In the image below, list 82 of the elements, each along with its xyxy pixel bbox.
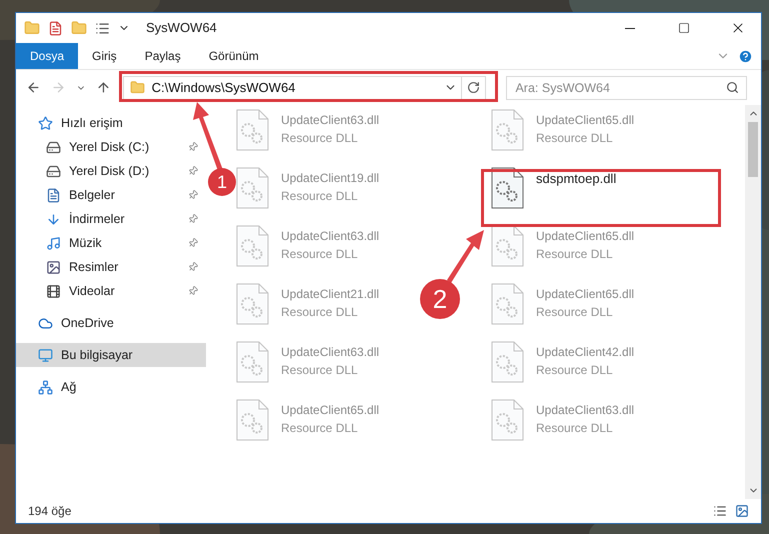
file-type: Resource DLL: [281, 130, 359, 147]
sidebar-label: İndirmeler: [69, 210, 126, 228]
details-view-icon[interactable]: [713, 504, 727, 518]
sidebar-item[interactable]: Müzik: [16, 231, 206, 255]
up-icon[interactable]: [96, 80, 111, 95]
sidebar-label: Hızlı erişim: [61, 114, 124, 132]
gear-file-icon: [235, 167, 269, 209]
scrollbar-thumb[interactable]: [748, 122, 758, 177]
search-field[interactable]: Ara: SysWOW64: [506, 76, 747, 100]
file-type: Resource DLL: [281, 188, 359, 205]
sidebar-item[interactable]: Bu bilgisayar: [16, 343, 206, 367]
ribbon-tab[interactable]: Paylaş: [130, 43, 195, 69]
gear-file-icon: [490, 109, 524, 151]
folder-icon[interactable]: [24, 20, 40, 36]
ribbon-tab[interactable]: Dosya: [16, 43, 78, 69]
sidebar-item[interactable]: Resimler: [16, 255, 206, 279]
music-note-icon: [46, 236, 61, 250]
address-field[interactable]: C:\Windows\SysWOW64: [122, 76, 486, 100]
gear-file-icon: [235, 225, 269, 267]
gear-file-icon: [490, 341, 524, 383]
document-icon: [46, 188, 61, 202]
window-title: SysWOW64: [146, 19, 217, 38]
folder-icon: [130, 80, 145, 95]
sidebar-item[interactable]: OneDrive: [16, 311, 206, 335]
view-list-icon[interactable]: [95, 20, 110, 36]
file-type: Resource DLL: [536, 362, 614, 379]
drive-icon: [46, 164, 61, 178]
gear-file-icon: [235, 283, 269, 325]
maximize-icon: [678, 22, 690, 34]
cloud-icon: [38, 316, 53, 330]
ribbon-tab[interactable]: Giriş: [78, 43, 131, 69]
large-icons-view-icon[interactable]: [735, 504, 749, 518]
sidebar-item[interactable]: İndirmeler: [16, 207, 206, 231]
sidebar-label: Ağ: [61, 378, 78, 396]
gear-file-icon: [490, 283, 524, 325]
file-name[interactable]: sdspmtoep.dll: [536, 169, 616, 188]
sidebar-label: OneDrive: [61, 314, 115, 332]
gear-file-icon: [235, 341, 269, 383]
sidebar-item[interactable]: Yerel Disk (D:): [16, 159, 206, 183]
help-icon[interactable]: [738, 48, 753, 64]
search-icon: [726, 80, 739, 94]
sidebar-item[interactable]: Ağ: [16, 375, 206, 399]
film-icon: [46, 284, 61, 298]
sidebar-item[interactable]: Videolar: [16, 279, 206, 303]
sidebar-label: Müzik: [69, 234, 103, 252]
gear-file-icon: [490, 167, 524, 209]
file-type: Resource DLL: [281, 304, 359, 321]
gear-file-icon: [235, 399, 269, 441]
sidebar-item[interactable]: Belgeler: [16, 183, 206, 207]
download-arrow-icon: [46, 212, 61, 226]
sidebar-label: Yerel Disk (D:): [69, 162, 150, 180]
ribbon-tab[interactable]: Görünüm: [194, 43, 273, 69]
file-type: Resource DLL: [536, 420, 614, 437]
sidebar-label: Videolar: [69, 282, 116, 300]
properties-icon[interactable]: [48, 20, 63, 36]
file-type: Resource DLL: [281, 362, 359, 379]
file-type: Resource DLL: [281, 246, 359, 263]
back-icon[interactable]: [26, 80, 41, 95]
folder-icon[interactable]: [71, 20, 87, 36]
file-type: Resource DLL: [536, 304, 614, 321]
file-type: Resource DLL: [536, 246, 614, 263]
sidebar-label: Belgeler: [69, 186, 116, 204]
gear-file-icon: [490, 225, 524, 267]
monitor-icon: [38, 348, 53, 362]
gear-file-icon: [490, 399, 524, 441]
scrollbar[interactable]: [745, 105, 761, 499]
item-count: 194 öğe: [28, 503, 72, 520]
image-icon: [46, 260, 61, 274]
gear-file-icon: [235, 109, 269, 151]
file-type: Resource DLL: [281, 420, 359, 437]
drive-icon: [46, 140, 61, 154]
refresh-icon[interactable]: [467, 81, 480, 94]
sidebar-label: Bu bilgisayar: [61, 346, 134, 364]
sidebar-item[interactable]: Hızlı erişim: [16, 111, 206, 135]
annotation-arrow: [447, 230, 484, 283]
file-type: Resource DLL: [536, 130, 614, 147]
sidebar-label: Resimler: [69, 258, 120, 276]
star-icon: [38, 116, 53, 130]
network-icon: [38, 380, 53, 394]
sidebar-item[interactable]: Yerel Disk (C:): [16, 135, 206, 159]
annotation-arrow: [193, 102, 223, 171]
sidebar-label: Yerel Disk (C:): [69, 138, 150, 156]
